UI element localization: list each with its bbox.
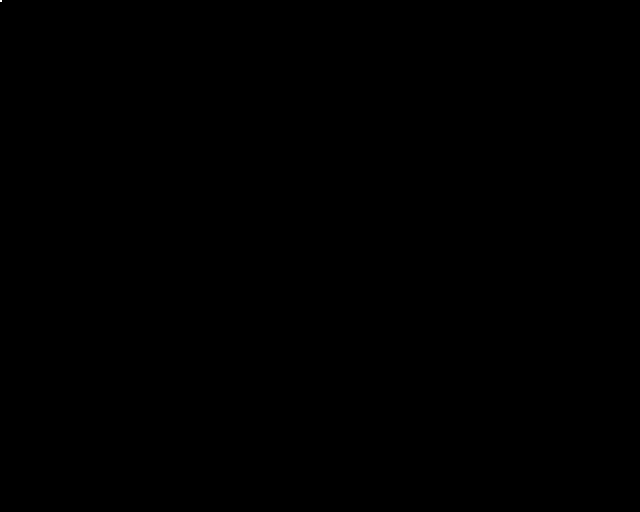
plot-canvas xyxy=(0,0,640,512)
ace-rtsw-plot xyxy=(0,0,640,512)
